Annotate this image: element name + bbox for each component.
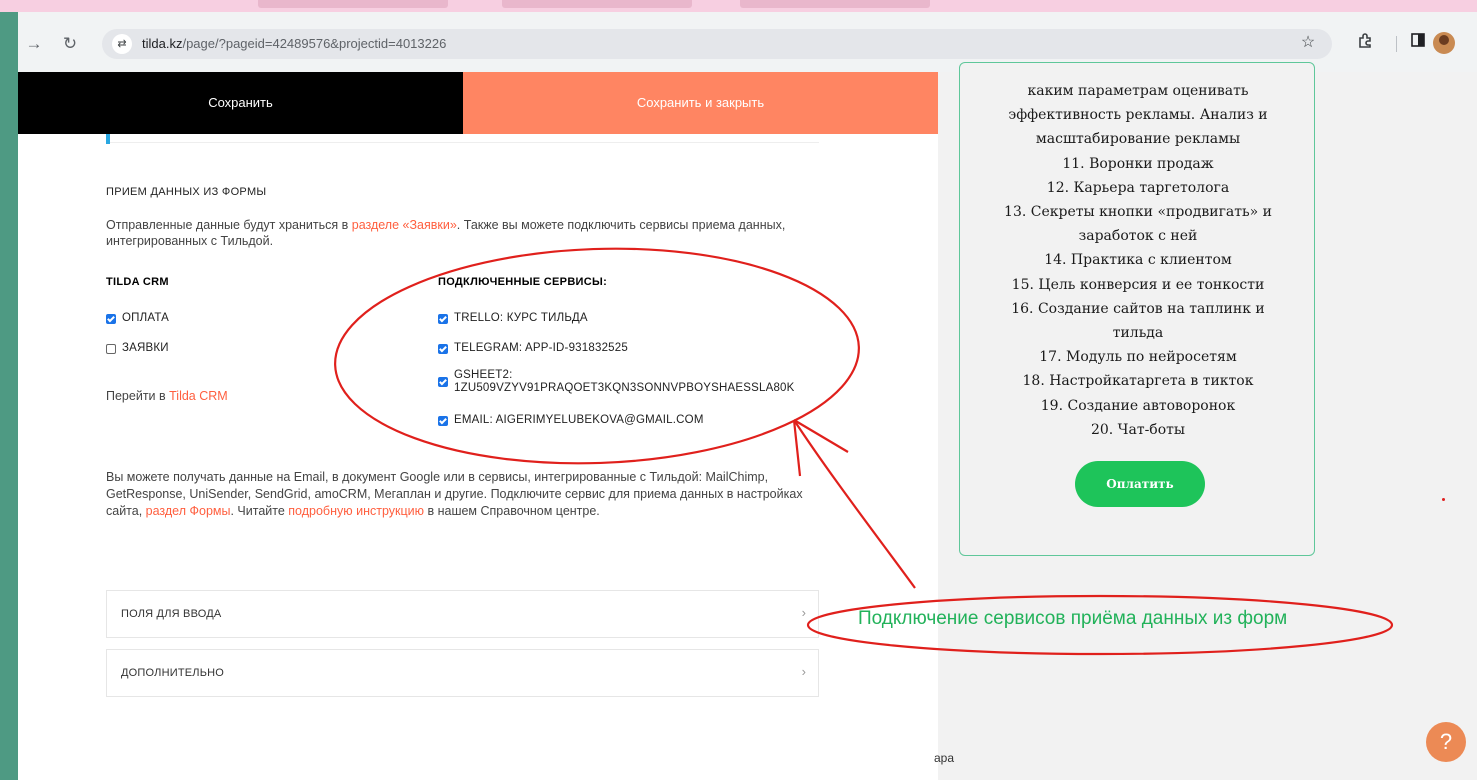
integrations-paragraph: Вы можете получать данные на Email, в до… [106, 469, 826, 520]
course-line: 18. Настройкатаргета в тикток [1022, 373, 1254, 390]
crm-option-requests[interactable]: ЗАЯВКИ [106, 342, 169, 354]
tab-hint[interactable] [740, 0, 930, 8]
crm-link-prefix: Перейти в [106, 389, 170, 403]
course-line: каким параметрам оценивать [1027, 83, 1249, 99]
course-card: каким параметрам оценивать эффективность… [959, 62, 1315, 556]
accordion-additional[interactable]: ДОПОЛНИТЕЛЬНО › [106, 649, 819, 697]
course-line: 17. Модуль по нейросетям [1039, 349, 1237, 366]
tab-hint[interactable] [258, 0, 448, 8]
url-path: /page/?pageid=42489576&projectid=4013226 [182, 36, 447, 51]
course-line: 11. Воронки продаж [1062, 155, 1214, 172]
checkbox[interactable] [438, 416, 448, 426]
description-text: Отправленные данные будут храниться в [106, 218, 352, 232]
red-dot [1442, 498, 1445, 501]
service-email[interactable]: EMAIL: AIGERIMYELUBEKOVA@GMAIL.COM [438, 414, 704, 426]
checkbox[interactable] [106, 344, 116, 354]
course-line: эффективность рекламы. Анализ и [1008, 107, 1268, 124]
url-domain: tilda.kz [142, 36, 183, 51]
pay-button[interactable]: Оплатить [1075, 461, 1205, 507]
profile-icon[interactable] [1433, 32, 1455, 54]
reload-icon[interactable]: ↻ [58, 32, 82, 56]
checkbox[interactable] [438, 314, 448, 324]
chevron-right-icon: › [801, 605, 806, 620]
accordion-input-fields[interactable]: ПОЛЯ ДЛЯ ВВОДА › [106, 590, 819, 638]
gsheet-name: GSHEET2: [454, 369, 513, 381]
card-accent [106, 134, 110, 144]
course-line: 12. Карьера таргетолога [1046, 179, 1230, 196]
save-close-button[interactable]: Сохранить и закрыть [463, 72, 938, 134]
tab-hint[interactable] [502, 0, 692, 8]
course-line: 16. Создание сайтов на таплинк и [1011, 300, 1265, 317]
browser-tab-strip [0, 0, 1477, 12]
course-line: 20. Чат-боты [1090, 421, 1186, 438]
forms-section-link[interactable]: раздел Формы [146, 504, 231, 518]
checkbox[interactable] [438, 344, 448, 354]
course-line: масштабирование рекламы [1035, 131, 1241, 148]
checkbox-label: TELEGRAM: APP-ID-931832525 [454, 342, 628, 354]
browser-window: → ↻ ⇄ tilda.kz/page/?pageid=42489576&pro… [18, 12, 1477, 780]
checkbox[interactable] [106, 314, 116, 324]
service-telegram[interactable]: TELEGRAM: APP-ID-931832525 [438, 342, 628, 354]
help-button[interactable]: ? [1426, 722, 1466, 762]
service-trello[interactable]: TRELLO: КУРС ТИЛЬДА [438, 312, 588, 324]
back-icon[interactable]: → [22, 32, 46, 56]
sidepanel-icon[interactable] [1407, 32, 1429, 54]
course-line: 14. Практика с клиентом [1044, 252, 1232, 269]
chevron-right-icon: › [801, 664, 806, 679]
course-line: 13. Секреты кнопки «продвигать» и [1004, 204, 1272, 221]
crm-option-payment[interactable]: ОПЛАТА [106, 312, 169, 324]
course-line: тильда [1112, 325, 1164, 342]
partial-text: ара [934, 751, 955, 765]
tilda-crm-link[interactable]: Tilda CRM [169, 389, 228, 403]
crm-heading: TILDA CRM [106, 276, 169, 288]
requests-section-link[interactable]: разделе «Заявки» [352, 218, 457, 232]
page-viewport: Сохранить Сохранить и закрыть ПРИЕМ ДАНН… [18, 62, 1477, 780]
toolbar-separator [1396, 36, 1397, 52]
page-preview: каким параметрам оценивать эффективность… [934, 62, 1477, 780]
section-title: ПРИЕМ ДАННЫХ ИЗ ФОРМЫ [106, 186, 267, 198]
checkbox-label: GSHEET2: 1ZU509VZYV91PRAQOET3KQN3SONNVPBO… [454, 369, 795, 395]
course-program-list: каким параметрам оценивать эффективность… [960, 79, 1316, 442]
star-icon[interactable]: ☆ [1297, 32, 1319, 54]
save-button[interactable]: Сохранить [18, 72, 463, 134]
help-label: ? [1439, 729, 1453, 754]
course-line: 19. Создание автоворонок [1040, 397, 1236, 414]
checkbox-label: ОПЛАТА [122, 312, 170, 324]
service-gsheet[interactable]: GSHEET2: 1ZU509VZYV91PRAQOET3KQN3SONNVPBO… [438, 369, 795, 395]
services-heading: ПОДКЛЮЧЕННЫЕ СЕРВИСЫ: [438, 276, 608, 288]
paragraph-text: . Читайте [230, 504, 289, 518]
address-bar[interactable]: ⇄ tilda.kz/page/?pageid=42489576&project… [102, 29, 1332, 59]
accordion-label: ДОПОЛНИТЕЛЬНО [121, 667, 225, 679]
extensions-icon[interactable] [1354, 32, 1376, 54]
checkbox[interactable] [438, 377, 448, 387]
section-description: Отправленные данные будут храниться в ра… [106, 217, 826, 249]
accordion-label: ПОЛЯ ДЛЯ ВВОДА [121, 608, 222, 620]
checkbox-label: EMAIL: AIGERIMYELUBEKOVA@GMAIL.COM [454, 414, 704, 426]
checkbox-label: ЗАЯВКИ [122, 342, 169, 354]
crm-link-line: Перейти в Tilda CRM [106, 389, 228, 403]
course-line: заработок с ней [1078, 228, 1198, 245]
form-settings-panel: Сохранить Сохранить и закрыть ПРИЕМ ДАНН… [18, 72, 938, 780]
course-line: 15. Цель конверсия и ее тонкости [1011, 276, 1265, 293]
instruction-link[interactable]: подробную инструкцию [288, 504, 424, 518]
annotation-caption: Подключение сервисов приёма данных из фо… [858, 608, 1288, 629]
checkbox-label: TRELLO: КУРС ТИЛЬДА [454, 312, 588, 324]
paragraph-text: в нашем Справочном центре. [424, 504, 600, 518]
card-edge [106, 134, 819, 143]
url-text[interactable]: tilda.kz/page/?pageid=42489576&projectid… [142, 36, 446, 51]
gsheet-id: 1ZU509VZYV91PRAQOET3KQN3SONNVPBOYSHAESSL… [454, 382, 795, 394]
site-settings-icon[interactable]: ⇄ [112, 34, 132, 54]
